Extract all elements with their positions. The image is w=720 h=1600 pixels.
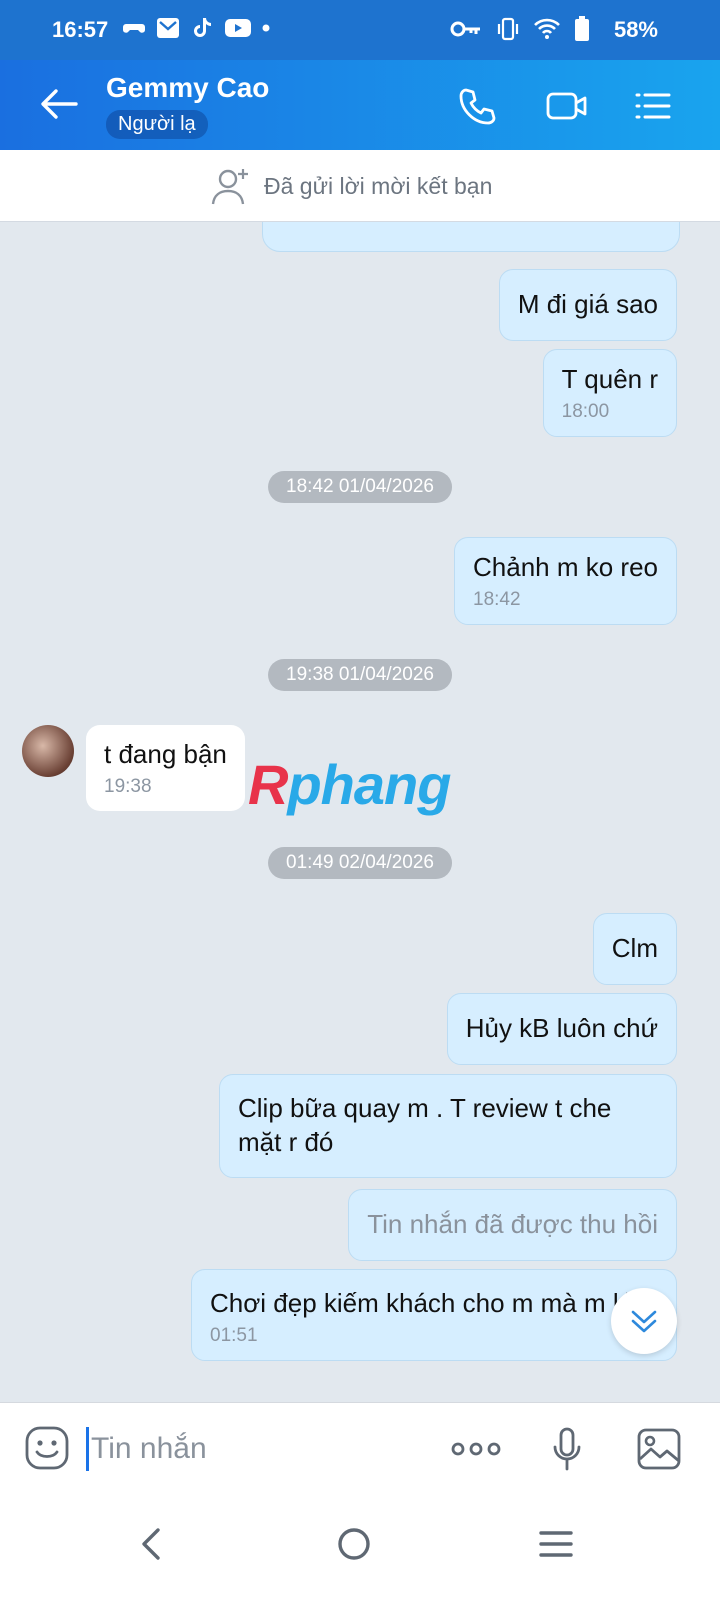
- vibrate-icon: [497, 17, 519, 41]
- date-separator: 19:38 01/04/2026: [268, 659, 452, 691]
- watermark: Rphang: [248, 753, 451, 816]
- more-notifications-icon: [262, 24, 270, 32]
- message-bubble[interactable]: Hủy kB luôn chứ: [446, 993, 677, 1065]
- nav-home-icon[interactable]: [336, 1524, 372, 1564]
- system-icons: [450, 16, 590, 42]
- mail-icon: [157, 18, 179, 38]
- message-time: 19:38: [104, 776, 152, 797]
- battery-icon: [575, 16, 589, 41]
- date-separator: 01:49 02/04/2026: [268, 847, 452, 879]
- wifi-icon: [534, 18, 560, 39]
- message-time: 01:51: [210, 1325, 258, 1346]
- more-options-icon[interactable]: [450, 1437, 502, 1461]
- message-text: Clip bữa quay m . T review t che mặt r đ…: [238, 1093, 612, 1157]
- system-navigation-bar: [0, 1492, 720, 1600]
- back-arrow-icon[interactable]: [38, 86, 78, 122]
- chat-header: Gemmy Cao Người lạ: [0, 60, 720, 150]
- double-chevron-down-icon: [631, 1310, 657, 1333]
- message-time: 18:42: [473, 589, 521, 610]
- message-composer: [0, 1402, 720, 1492]
- message-time: 18:00: [561, 401, 610, 422]
- friend-request-bar: Đã gửi lời mời kết bạn: [0, 150, 720, 222]
- message-bubble[interactable]: Chơi đẹp kiếm khách cho m mà m kì v 01:5…: [191, 1269, 677, 1361]
- notification-icons: [122, 16, 270, 40]
- message-text: t đang bận: [104, 739, 227, 769]
- message-input[interactable]: [86, 1427, 406, 1471]
- gamepad-icon: [123, 24, 145, 33]
- message-text: M đi giá sao: [517, 289, 658, 319]
- message-bubble[interactable]: Clm: [592, 913, 677, 985]
- message-list[interactable]: M đi giá sao T quên r 18:00 18:42 01/04/…: [0, 222, 720, 1402]
- add-friend-icon: [211, 169, 248, 205]
- friend-request-text: Đã gửi lời mời kết bạn: [264, 173, 493, 199]
- battery-percent: 58%: [613, 17, 658, 42]
- nav-recents-icon[interactable]: [538, 1524, 574, 1564]
- recalled-message-bubble[interactable]: Tin nhắn đã được thu hồi: [348, 1189, 677, 1261]
- youtube-icon: [225, 19, 251, 37]
- status-bar: 16:57 58%: [0, 0, 720, 60]
- message-bubble[interactable]: Chảnh m ko reo 18:42: [454, 537, 677, 625]
- message-bubble[interactable]: t đang bận 19:38: [86, 725, 245, 811]
- tiktok-icon: [194, 18, 211, 37]
- sticker-emoji-icon[interactable]: [24, 1425, 70, 1471]
- message-bubble[interactable]: T quên r 18:00: [542, 349, 677, 437]
- voice-call-icon[interactable]: [458, 86, 498, 126]
- video-call-icon[interactable]: [546, 86, 588, 126]
- message-text: Tin nhắn đã được thu hồi: [367, 1209, 658, 1239]
- message-bubble[interactable]: Clip bữa quay m . T review t che mặt r đ…: [219, 1074, 677, 1178]
- contact-avatar[interactable]: [22, 725, 74, 777]
- message-text: Chảnh m ko reo: [473, 552, 658, 582]
- message-text: T quên r: [561, 364, 658, 394]
- message-bubble[interactable]: M đi giá sao: [498, 269, 677, 341]
- message-text: Chơi đẹp kiếm khách cho m mà m kì v: [210, 1288, 654, 1318]
- redacted-message: [262, 222, 680, 252]
- message-text: Hủy kB luôn chứ: [465, 1013, 658, 1043]
- date-separator: 18:42 01/04/2026: [268, 471, 452, 503]
- menu-list-icon[interactable]: [634, 86, 672, 126]
- stranger-badge: Người lạ: [106, 110, 208, 139]
- nav-back-icon[interactable]: [136, 1524, 166, 1564]
- microphone-icon[interactable]: [552, 1427, 582, 1471]
- message-text: Clm: [611, 933, 658, 963]
- scroll-to-bottom-button[interactable]: [611, 1288, 677, 1354]
- vpn-key-icon: [450, 21, 480, 37]
- status-time: 16:57: [52, 17, 109, 42]
- image-gallery-icon[interactable]: [636, 1427, 682, 1471]
- contact-name[interactable]: Gemmy Cao: [106, 72, 269, 104]
